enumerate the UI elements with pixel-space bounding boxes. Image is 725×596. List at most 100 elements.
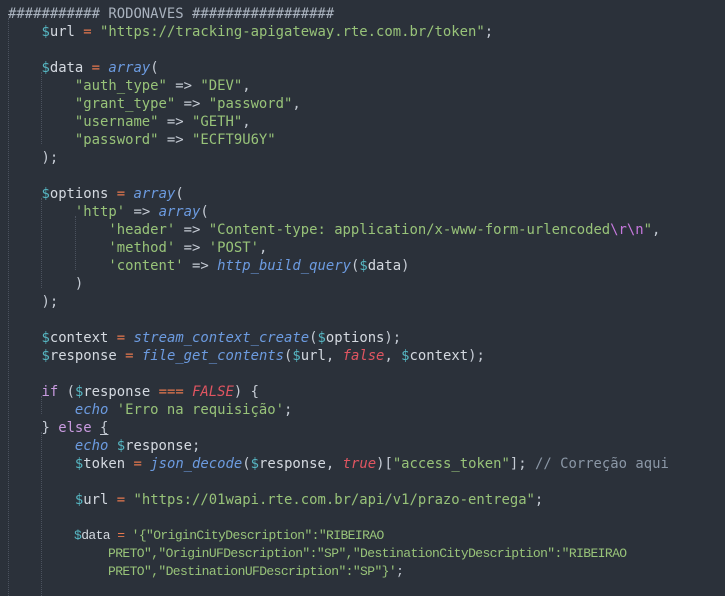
escape-sequence: \r\n — [610, 222, 644, 238]
var-sigil: $ — [116, 438, 126, 454]
code-line-content-entry: 'content' => http_build_query($data) — [8, 257, 410, 275]
arrow-operator: => — [166, 114, 184, 130]
boolean-literal: true — [342, 456, 377, 472]
array-key: 'http' — [74, 204, 126, 220]
var-sigil: $ — [359, 258, 368, 274]
code-comment: // Correção aqui — [535, 456, 669, 472]
comma: , — [292, 96, 301, 112]
boolean-literal: false — [342, 348, 385, 364]
paren: ( — [175, 186, 184, 202]
var-name: data — [81, 528, 111, 543]
comma: , — [652, 222, 661, 238]
string-literal: 'Erro na requisição' — [116, 402, 284, 418]
code-line-array-entry: "username" => "GETH", — [8, 113, 251, 131]
code-line-data-json: $data = '{"OriginCityDescription":"RIBEI… — [74, 527, 384, 545]
function-name: array — [158, 204, 201, 220]
paren: ); — [468, 348, 485, 364]
arrow-operator: => — [183, 240, 201, 256]
paren: ( — [309, 330, 318, 346]
function-name: stream_context_create — [133, 330, 310, 346]
var-name: token — [83, 456, 126, 472]
operator: = — [117, 528, 125, 543]
code-editor[interactable]: ########### RODONAVES ################# … — [0, 0, 725, 596]
paren: ) — [401, 258, 410, 274]
keyword: if — [41, 384, 59, 400]
code-line-url-assign: $url = "https://tracking-apigateway.rte.… — [8, 23, 493, 41]
operator: = — [133, 456, 142, 472]
arrow-operator: => — [166, 132, 184, 148]
string-literal: "access_token" — [392, 456, 510, 472]
boolean-literal: FALSE — [192, 384, 234, 400]
var-name: response — [49, 348, 117, 364]
var-name: response — [83, 384, 151, 400]
var-sigil: $ — [41, 24, 50, 40]
code-line-options-array: $options = array( — [8, 185, 184, 203]
function-name: echo — [74, 438, 109, 454]
array-value: "password" — [208, 96, 293, 112]
arrow-operator: => — [183, 96, 201, 112]
string-literal: "https://tracking-apigateway.rte.com.br/… — [100, 24, 485, 40]
close-paren: ); — [41, 150, 59, 166]
semicolon: ; — [192, 438, 201, 454]
operator: = — [116, 330, 126, 346]
operator: = — [125, 348, 134, 364]
operator: = — [83, 24, 92, 40]
operator: = — [116, 492, 126, 508]
var-name: options — [49, 186, 109, 202]
var-name: response — [125, 438, 193, 454]
function-name: echo — [74, 402, 109, 418]
array-key: "username" — [74, 114, 159, 130]
paren: ( — [150, 60, 159, 76]
function-name: file_get_contents — [141, 348, 285, 364]
code-line-token-assign: $token = json_decode($response, true)["a… — [8, 455, 669, 473]
code-line-echo-response: echo $response; — [8, 437, 200, 455]
var-sigil: $ — [317, 330, 326, 346]
code-line-array-entry: "grant_type" => "password", — [8, 95, 301, 113]
array-key: 'method' — [108, 240, 176, 256]
code-line-array-entry: "password" => "ECFT9U6Y" — [8, 131, 276, 149]
var-name: url — [49, 24, 75, 40]
array-key: 'header' — [108, 222, 176, 238]
comma: , — [325, 348, 343, 364]
array-key: "password" — [74, 132, 159, 148]
code-line-close: ); — [8, 293, 58, 311]
code-line-if: if ($response === FALSE) { — [8, 383, 259, 401]
var-sigil: $ — [41, 348, 50, 364]
code-line-data-json-cont: PRETO","OriginUFDescription":"SP","Desti… — [108, 545, 627, 563]
code-line-else: } else { — [8, 419, 108, 437]
var-sigil: $ — [250, 456, 259, 472]
function-name: http_build_query — [217, 258, 351, 274]
comma: , — [242, 114, 251, 130]
array-value: "ECFT9U6Y" — [192, 132, 276, 148]
paren: ( — [66, 384, 75, 400]
var-name: context — [409, 348, 469, 364]
array-value: "DEV" — [200, 78, 243, 94]
code-line-url-assign-2: $url = "https://01wapi.rte.com.br/api/v1… — [8, 491, 543, 509]
brace: } — [41, 420, 50, 436]
string-literal: "https://01wapi.rte.com.br/api/v1/prazo-… — [133, 492, 535, 508]
code-line-close: ); — [8, 149, 58, 167]
semicolon: ; — [534, 492, 544, 508]
semicolon: ; — [284, 402, 293, 418]
var-sigil: $ — [41, 186, 50, 202]
comma: , — [242, 78, 251, 94]
var-sigil: $ — [41, 330, 50, 346]
var-sigil: $ — [401, 348, 410, 364]
matched-brace: { — [100, 420, 109, 436]
arrow-operator: => — [133, 204, 151, 220]
array-value: "GETH" — [192, 114, 243, 130]
code-line-http-array: 'http' => array( — [8, 203, 209, 221]
var-sigil: $ — [41, 60, 50, 76]
section-header-text: ########### RODONAVES ################# — [8, 6, 335, 22]
arrow-operator: => — [192, 258, 209, 274]
function-name: array — [108, 60, 151, 76]
code-line-array-entry: "auth_type" => "DEV", — [8, 77, 251, 95]
string-literal: '{"OriginCityDescription":"RIBEIRAO — [131, 528, 385, 543]
operator: = — [116, 186, 126, 202]
function-name: json_decode — [150, 456, 243, 472]
code-line-echo-error: echo 'Erro na requisição'; — [8, 401, 292, 419]
function-name: array — [133, 186, 176, 202]
paren: ) { — [233, 384, 259, 400]
code-line-response-assign: $response = file_get_contents($url, fals… — [8, 347, 485, 365]
var-name: url — [83, 492, 109, 508]
